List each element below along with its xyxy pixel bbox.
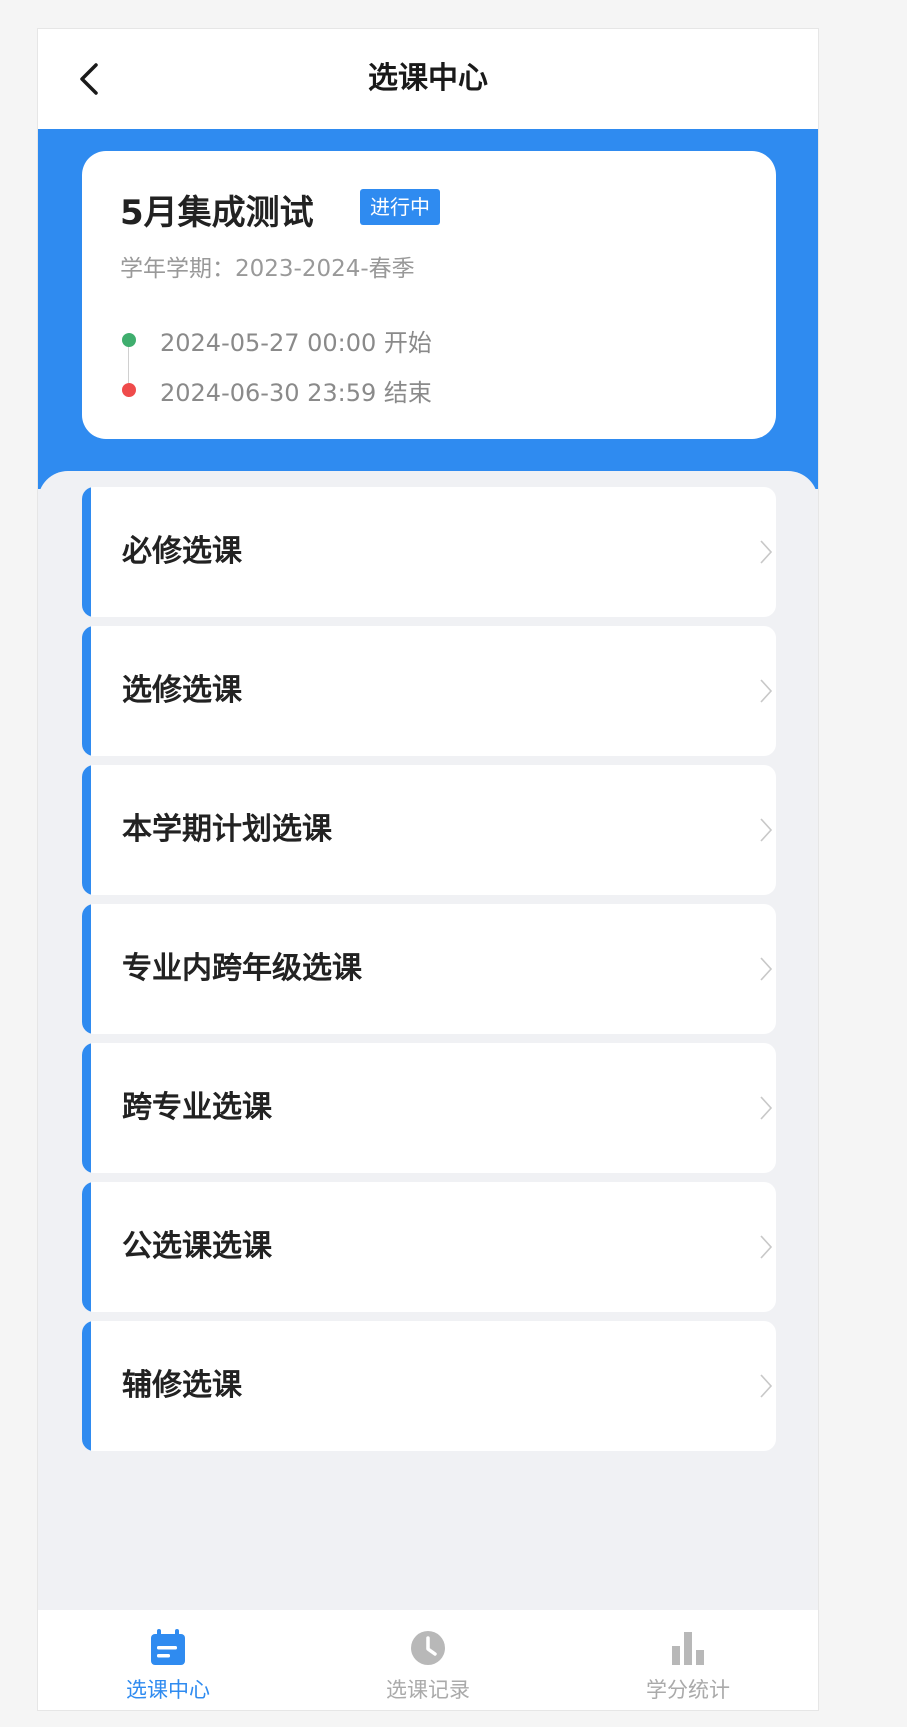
- menu-item-cross-grade[interactable]: 专业内跨年级选课: [82, 904, 776, 1034]
- chevron-right-icon: [760, 679, 773, 703]
- accent-bar: [82, 1182, 91, 1312]
- menu-item-label: 本学期计划选课: [122, 812, 332, 847]
- tab-selection-records[interactable]: 选课记录: [298, 1610, 558, 1710]
- session-info-card: 5月集成测试 进行中 学年学期：2023-2024-春季 2024-05-27 …: [82, 151, 776, 439]
- menu-item-elective-courses[interactable]: 选修选课: [82, 626, 776, 756]
- end-time: 2024-06-30 23:59 结束: [160, 379, 432, 407]
- session-title: 5月集成测试: [120, 193, 314, 233]
- accent-bar: [82, 626, 91, 756]
- bar-chart-icon: [672, 1632, 704, 1665]
- accent-bar: [82, 487, 91, 617]
- nav-bar: 选课中心: [38, 29, 818, 129]
- menu-item-label: 公选课选课: [122, 1229, 272, 1264]
- start-dot-icon: [122, 333, 136, 347]
- accent-bar: [82, 1321, 91, 1451]
- chevron-right-icon: [760, 1096, 773, 1120]
- accent-bar: [82, 765, 91, 895]
- phone-screen: 选课中心 5月集成测试 进行中 学年学期：2023-2024-春季 2024-0…: [37, 28, 819, 1711]
- menu-item-label: 必修选课: [122, 534, 242, 569]
- bottom-tab-bar: 选课中心 选课记录 学分统计: [38, 1610, 818, 1710]
- semester-text: 学年学期：2023-2024-春季: [120, 256, 415, 282]
- menu-item-minor-courses[interactable]: 辅修选课: [82, 1321, 776, 1451]
- tab-credit-statistics[interactable]: 学分统计: [558, 1610, 818, 1710]
- menu-item-required-courses[interactable]: 必修选课: [82, 487, 776, 617]
- chevron-right-icon: [760, 540, 773, 564]
- tab-course-center[interactable]: 选课中心: [38, 1610, 298, 1710]
- menu-item-semester-plan[interactable]: 本学期计划选课: [82, 765, 776, 895]
- menu-item-public-elective[interactable]: 公选课选课: [82, 1182, 776, 1312]
- menu-item-label: 辅修选课: [122, 1368, 242, 1403]
- status-badge: 进行中: [360, 189, 440, 225]
- accent-bar: [82, 1043, 91, 1173]
- accent-bar: [82, 904, 91, 1034]
- course-selection-menu: 必修选课 选修选课 本学期计划选课 专业内跨年级选课 跨专业选课 公选课选课 辅…: [38, 471, 818, 1621]
- menu-item-label: 跨专业选课: [122, 1090, 272, 1125]
- end-dot-icon: [122, 383, 136, 397]
- start-time: 2024-05-27 00:00 开始: [160, 329, 432, 357]
- chevron-right-icon: [760, 1374, 773, 1398]
- menu-item-cross-major[interactable]: 跨专业选课: [82, 1043, 776, 1173]
- chevron-right-icon: [760, 1235, 773, 1259]
- tab-label: 选课记录: [386, 1678, 470, 1702]
- clock-icon: [411, 1631, 445, 1665]
- calendar-icon: [151, 1629, 185, 1665]
- chevron-right-icon: [760, 818, 773, 842]
- page-title: 选课中心: [368, 61, 488, 96]
- menu-item-label: 选修选课: [122, 673, 242, 708]
- chevron-right-icon: [760, 957, 773, 981]
- tab-label: 学分统计: [646, 1678, 730, 1702]
- tab-label: 选课中心: [126, 1678, 210, 1702]
- menu-item-label: 专业内跨年级选课: [122, 951, 362, 986]
